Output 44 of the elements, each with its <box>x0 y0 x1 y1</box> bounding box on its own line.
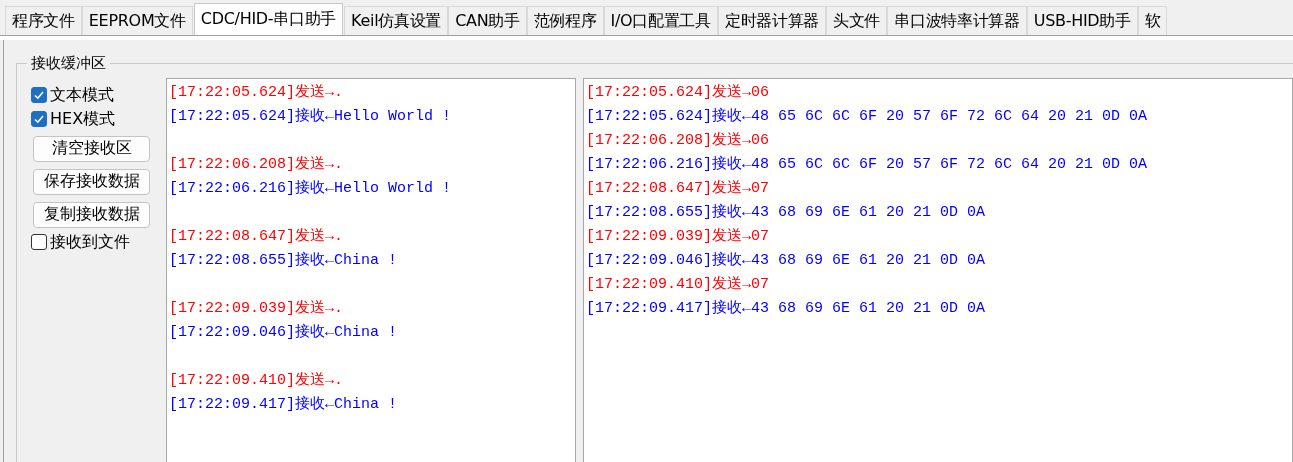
checkbox[interactable] <box>31 87 47 103</box>
sent-line: [17:22:09.410]发送→. <box>169 371 344 391</box>
button[interactable]: 复制接收数据 <box>33 201 150 228</box>
received-line: [17:22:09.046]接收←43 68 69 6E 61 20 21 0D 0A <box>586 250 986 271</box>
tab[interactable]: 软 <box>1137 6 1168 35</box>
received-line: [17:22:08.655]接收←China ! <box>169 250 398 271</box>
sent-line: [17:22:06.208]发送→. <box>169 155 344 175</box>
tab[interactable]: 头文件 <box>826 6 888 35</box>
tab[interactable]: 范例程序 <box>526 6 604 35</box>
sent-line: [17:22:09.039]发送→07 <box>586 227 770 247</box>
checkbox-label[interactable]: HEX模式 <box>50 108 116 130</box>
checkbox[interactable] <box>31 111 47 127</box>
checkbox[interactable] <box>31 234 47 250</box>
tab[interactable]: 串口波特率计算器 <box>887 6 1027 35</box>
tab[interactable]: CAN助手 <box>448 6 527 35</box>
sent-line: [17:22:09.410]发送→07 <box>586 275 770 295</box>
received-line: [17:22:05.624]接收←Hello World ! <box>169 106 452 127</box>
hex-receive-area[interactable] <box>583 78 1293 462</box>
sent-line: [17:22:09.039]发送→. <box>169 299 344 319</box>
sent-line: [17:22:05.624]发送→. <box>169 83 344 103</box>
sent-line: [17:22:05.624]发送→06 <box>586 83 770 103</box>
received-line: [17:22:08.655]接收←43 68 69 6E 61 20 21 0D 0A <box>586 202 986 223</box>
sent-line: [17:22:08.647]发送→07 <box>586 179 770 199</box>
tab[interactable]: 定时器计算器 <box>717 6 827 35</box>
checkbox-label[interactable]: 文本模式 <box>50 84 114 106</box>
checkbox-label[interactable]: 接收到文件 <box>50 231 130 253</box>
received-line: [17:22:05.624]接收←48 65 6C 6C 6F 20 57 6F 72 6C 64 20 21 0D 0A <box>586 106 1148 127</box>
received-line: [17:22:06.216]接收←Hello World ! <box>169 178 452 199</box>
tab[interactable]: EEPROM文件 <box>81 6 193 35</box>
tab[interactable]: I/O口配置工具 <box>603 6 718 35</box>
tab[interactable]: Keil仿真设置 <box>344 6 449 35</box>
tab[interactable]: 程序文件 <box>5 6 82 35</box>
sent-line: [17:22:06.208]发送→06 <box>586 131 770 151</box>
text-receive-area[interactable] <box>166 78 576 462</box>
tab[interactable]: CDC/HID-串口助手 <box>193 3 344 35</box>
sent-line: [17:22:08.647]发送→. <box>169 227 344 247</box>
received-line: [17:22:09.417]接收←China ! <box>169 394 398 415</box>
received-line: [17:22:09.046]接收←China ! <box>169 322 398 343</box>
received-line: [17:22:09.417]接收←43 68 69 6E 61 20 21 0D 0A <box>586 298 986 319</box>
group-title: 接收缓冲区 <box>30 54 107 73</box>
button[interactable]: 清空接收区 <box>33 135 150 162</box>
button[interactable]: 保存接收数据 <box>33 168 150 195</box>
received-line: [17:22:06.216]接收←48 65 6C 6C 6F 20 57 6F 72 6C 64 20 21 0D 0A <box>586 154 1148 175</box>
tab[interactable]: USB-HID助手 <box>1026 6 1138 35</box>
